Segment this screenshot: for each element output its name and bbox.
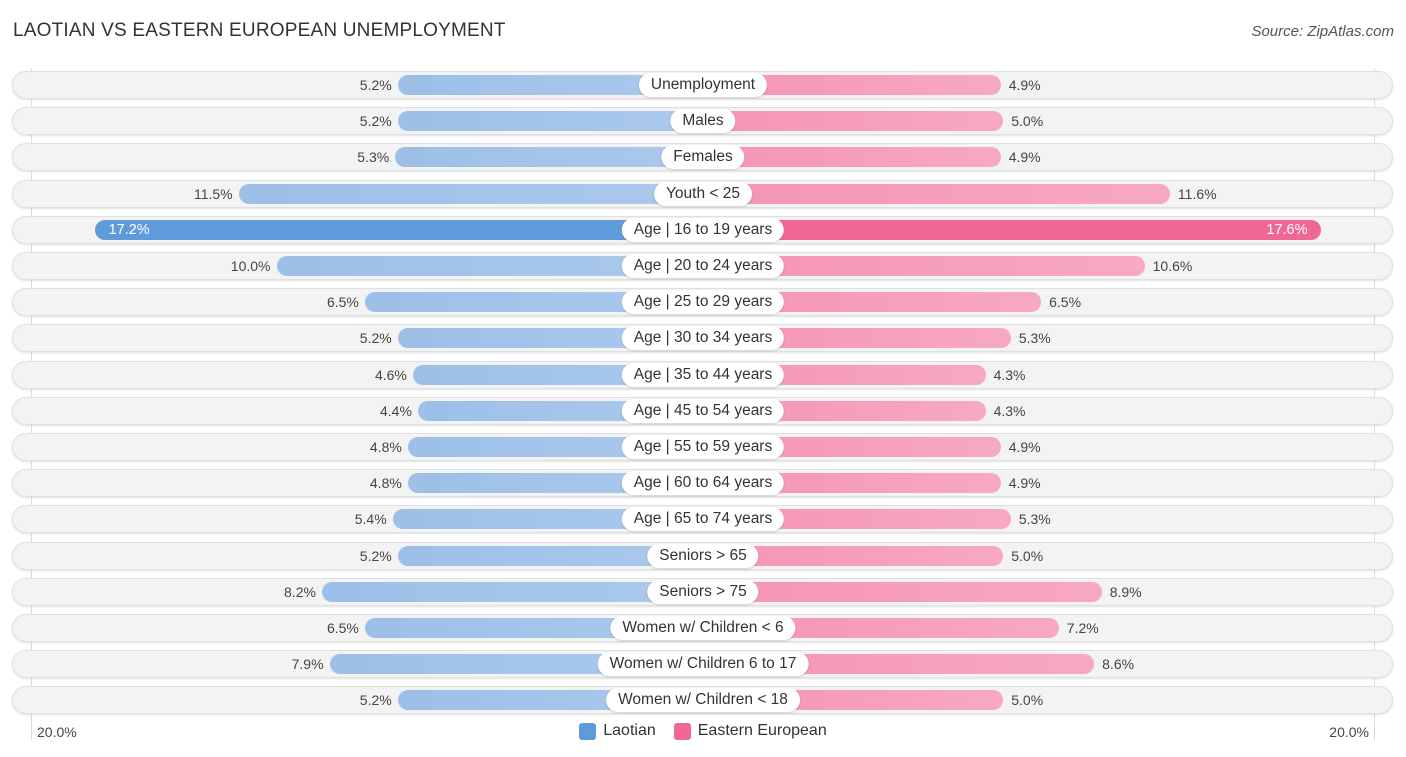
legend: Laotian Eastern European [0,722,1406,740]
value-label-laotian: 4.6% [374,366,407,383]
category-label: Women w/ Children < 6 [610,616,796,640]
legend-item-eastern-european[interactable]: Eastern European [673,722,827,740]
category-label: Unemployment [638,73,768,97]
category-label: Women w/ Children 6 to 17 [597,652,809,677]
value-label-eastern-european: 11.6% [1177,185,1217,202]
value-label-laotian: 4.8% [369,475,402,492]
value-label-laotian: 10.0% [230,258,271,274]
value-label-eastern-european: 6.5% [1049,294,1082,311]
value-label-laotian: 5.2% [359,77,392,93]
category-label: Age | 35 to 44 years [621,362,785,387]
bar-laotian-seniors-75[interactable] [321,581,703,602]
category-label: Age | 30 to 34 years [621,326,785,351]
category-label: Females [661,145,745,170]
bar-eastern-european-females[interactable] [703,147,1001,168]
legend-swatch-laotian [579,722,597,740]
value-label-laotian: 6.5% [326,294,359,311]
value-label-laotian: 8.2% [284,583,316,600]
value-label-laotian: 5.2% [359,113,392,130]
value-label-eastern-european: 4.9% [1008,439,1041,455]
value-label-eastern-european: 10.6% [1152,258,1193,274]
bar-eastern-european-youth-25[interactable] [703,183,1170,204]
category-label: Youth < 25 [654,181,752,206]
bar-laotian-age-16-to-19-years[interactable] [94,219,703,240]
value-label-eastern-european: 8.9% [1109,583,1142,600]
category-label: Age | 65 to 74 years [621,507,785,532]
value-label-laotian: 5.2% [359,692,392,709]
legend-label-laotian: Laotian [603,722,656,739]
value-label-laotian: 4.4% [379,402,412,419]
category-label: Seniors > 75 [647,579,759,604]
value-label-laotian: 5.2% [359,330,392,347]
value-label-eastern-european: 4.9% [1008,77,1041,93]
value-label-eastern-european: 5.3% [1018,330,1051,347]
category-label: Seniors > 65 [647,543,759,568]
value-label-laotian: 11.5% [193,185,233,202]
category-label: Women w/ Children < 18 [606,688,800,713]
value-label-laotian: 5.3% [357,149,390,166]
category-label: Age | 55 to 59 years [621,435,785,459]
legend-swatch-eastern-european [673,722,691,740]
value-label-eastern-european: 17.6% [1266,221,1308,238]
category-label: Age | 45 to 54 years [621,398,785,423]
value-label-eastern-european: 5.3% [1018,511,1051,528]
value-label-laotian: 7.9% [291,656,324,673]
value-label-eastern-european: 4.3% [993,402,1026,419]
value-label-laotian: 5.2% [359,547,392,564]
value-label-laotian: 5.4% [354,511,387,528]
chart-area: 5.2% 4.9% Unemployment 5.2% 5.0% Males 5.3% 4.9… [0,0,1406,757]
category-label: Males [670,109,736,134]
value-label-eastern-european: 5.0% [1011,547,1044,564]
legend-label-eastern-european: Eastern European [697,722,827,739]
value-label-laotian: 6.5% [326,620,359,636]
bar-laotian-females[interactable] [395,147,703,168]
category-label: Age | 60 to 64 years [621,471,785,496]
value-label-eastern-european: 4.9% [1008,149,1041,166]
bar-eastern-european-males[interactable] [703,111,1004,132]
value-label-eastern-european: 4.3% [993,366,1026,383]
value-label-eastern-european: 5.0% [1011,113,1044,130]
bar-laotian-males[interactable] [397,111,703,132]
legend-item-laotian[interactable]: Laotian [579,722,656,740]
category-label: Age | 20 to 24 years [621,254,785,278]
bar-laotian-youth-25[interactable] [238,183,703,204]
value-label-eastern-european: 7.2% [1066,620,1099,636]
category-label: Age | 16 to 19 years [621,217,785,242]
value-label-eastern-european: 8.6% [1102,656,1135,673]
value-label-eastern-european: 4.9% [1008,475,1041,492]
bar-eastern-european-seniors-75[interactable] [703,581,1102,602]
value-label-laotian: 4.8% [369,439,402,455]
value-label-laotian: 17.2% [108,221,150,238]
category-label: Age | 25 to 29 years [621,290,785,315]
bar-eastern-european-age-16-to-19-years[interactable] [703,219,1322,240]
value-label-eastern-european: 5.0% [1011,692,1044,709]
